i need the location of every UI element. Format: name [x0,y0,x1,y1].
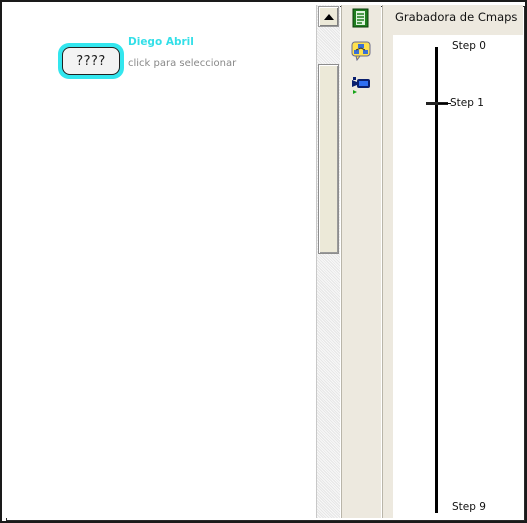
step-label-last[interactable]: Step 9 [452,501,486,513]
select-hint: click para seleccionar [128,58,237,69]
step-label-current[interactable]: Step 1 [450,97,484,109]
concept-node-label: ???? [76,53,106,69]
step-timeline[interactable]: Step 0 Step 1 Step 9 [393,35,524,518]
scroll-thumb[interactable] [318,64,339,254]
vertical-scrollbar[interactable] [316,5,340,518]
camera-icon[interactable] [351,75,371,95]
timeline-track [435,47,438,513]
scroll-up-button[interactable] [318,6,339,27]
list-icon[interactable] [351,8,371,28]
recorder-panel: Grabadora de Cmaps Step 0 Step 1 Step 9 [382,5,524,518]
side-icon-strip [341,5,381,518]
concept-node-body[interactable]: ???? [62,47,120,75]
up-arrow-icon [323,13,334,20]
recorder-title: Grabadora de Cmaps [395,10,518,24]
step-label-first[interactable]: Step 0 [452,40,486,52]
cmap-canvas[interactable]: ???? Diego Abril click para seleccionar [5,5,317,518]
author-label: Diego Abril [128,36,194,48]
concept-node[interactable]: ???? [58,43,124,79]
network-icon[interactable] [351,41,371,62]
